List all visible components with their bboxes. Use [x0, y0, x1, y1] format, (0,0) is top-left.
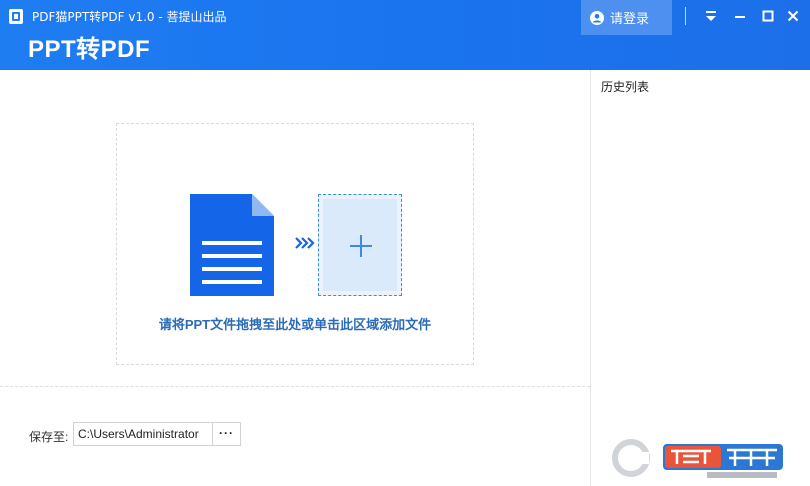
app-heading: PPT转PDF [28, 36, 151, 63]
close-icon[interactable] [785, 8, 801, 24]
plus-icon [350, 235, 372, 257]
user-icon [590, 10, 604, 25]
app-logo-icon [9, 9, 23, 24]
save-to-label: 保存至: [29, 430, 69, 444]
maximize-icon[interactable] [760, 8, 776, 24]
drop-hint-text: 请将PPT文件拖拽至此处或单击此区域添加文件 [158, 317, 432, 332]
browse-button[interactable]: ··· [212, 422, 241, 446]
document-icon [190, 194, 274, 296]
file-drop-zone[interactable]: 请将PPT文件拖拽至此处或单击此区域添加文件 [116, 123, 474, 365]
window-title: PDF猫PPT转PDF v1.0 - 菩提山出品 [32, 10, 227, 24]
minimize-icon[interactable] [732, 8, 748, 24]
history-sidebar: 历史列表 [590, 70, 810, 486]
arrows-right-icon [295, 236, 315, 250]
login-label: 请登录 [610, 11, 650, 26]
watermark-logo [611, 436, 791, 480]
section-divider [0, 386, 590, 387]
save-path-field[interactable]: C:\Users\Administrator [73, 422, 213, 446]
login-button[interactable]: 请登录 [581, 0, 672, 35]
history-list-title: 历史列表 [601, 80, 650, 94]
title-bar: PDF猫PPT转PDF v1.0 - 菩提山出品 PPT转PDF 请登录 [0, 0, 810, 70]
dropdown-icon[interactable] [703, 8, 719, 24]
title-bar-divider [685, 7, 686, 25]
add-file-box[interactable] [318, 194, 402, 296]
main-panel: 请将PPT文件拖拽至此处或单击此区域添加文件 保存至: C:\Users\Adm… [0, 70, 590, 486]
